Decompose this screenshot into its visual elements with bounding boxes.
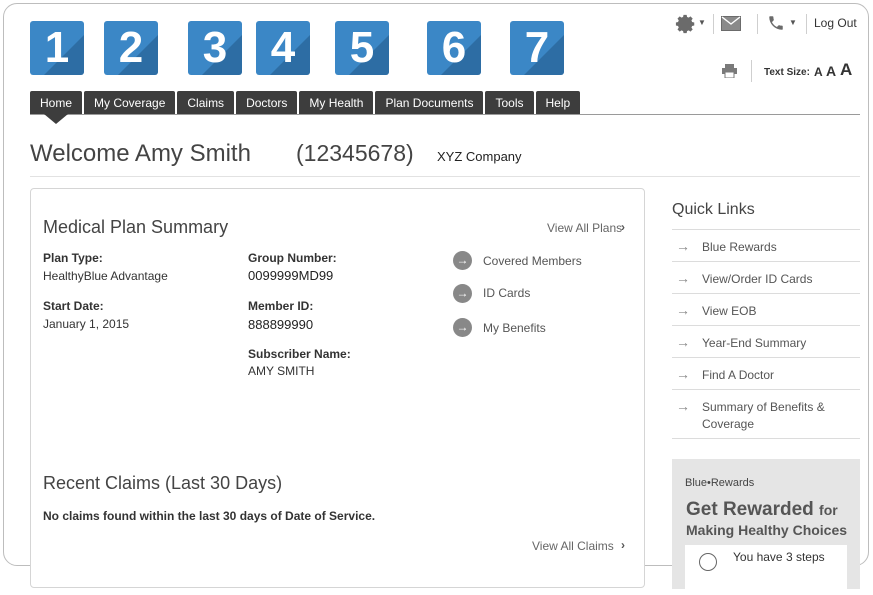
quick-link-label: View EOB — [702, 304, 757, 318]
callout-badge-7: 7 — [510, 21, 564, 75]
chevron-down-icon: ▼ — [698, 18, 706, 27]
header-divider — [30, 176, 860, 177]
quick-link-label: Find A Doctor — [702, 368, 775, 382]
quick-link-blue-rewards[interactable]: → Blue Rewards — [672, 229, 860, 262]
arrow-right-circle-icon: → — [453, 318, 472, 337]
divider — [751, 60, 752, 82]
rewards-promo[interactable]: Blue•Rewards Get Rewarded for Making Hea… — [672, 459, 860, 595]
member-number: (12345678) — [296, 140, 414, 166]
blue-rewards-logo: Blue•Rewards — [685, 477, 755, 489]
tab-plan-documents[interactable]: Plan Documents — [375, 91, 484, 115]
tab-tools[interactable]: Tools — [485, 91, 534, 115]
callout-badge-4: 4 — [256, 21, 310, 75]
rewards-headline: Get Rewarded for — [686, 499, 838, 520]
arrow-right-icon: → — [676, 366, 690, 382]
plan-summary-title: Medical Plan Summary — [43, 217, 229, 237]
clock-icon — [699, 553, 717, 571]
plan-type-value: HealthyBlue Advantage — [43, 269, 168, 283]
chevron-right-icon: › — [621, 220, 625, 234]
tab-doctors[interactable]: Doctors — [236, 91, 298, 115]
chevron-right-icon: › — [621, 538, 625, 552]
text-size-large[interactable]: A — [840, 60, 852, 80]
member-id-label: Member ID: — [248, 299, 314, 313]
group-number-label: Group Number: — [248, 251, 337, 265]
quick-link-label: View/Order ID Cards — [702, 272, 813, 286]
rewards-steps-box: You have 3 steps — [685, 545, 847, 595]
tab-help[interactable]: Help — [535, 91, 581, 115]
recent-claims-title: Recent Claims (Last 30 Days) — [43, 473, 283, 493]
quick-link-label: Summary of Benefits & Coverage — [702, 400, 825, 431]
callout-badge-2: 2 — [104, 21, 158, 75]
subscriber-label: Subscriber Name: — [248, 347, 351, 361]
no-claims-message: No claims found within the last 30 days … — [43, 509, 376, 523]
member-id-value: 888899990 — [248, 317, 314, 332]
arrow-right-circle-icon: → — [453, 284, 472, 303]
group-number-value: 0099999MD99 — [248, 268, 334, 283]
view-all-plans-link[interactable]: View All Plans — [547, 221, 622, 235]
gear-icon — [675, 14, 695, 34]
mail-button[interactable] — [721, 16, 743, 32]
tab-home[interactable]: Home — [30, 91, 83, 115]
quick-link-sbc[interactable]: → Summary of Benefits & Coverage — [672, 389, 860, 439]
quick-link-id-cards[interactable]: → View/Order ID Cards — [672, 261, 860, 294]
active-tab-indicator — [44, 114, 68, 124]
phone-menu[interactable]: ▼ — [767, 13, 799, 33]
divider — [713, 14, 714, 34]
tab-my-coverage[interactable]: My Coverage — [84, 91, 176, 115]
arrow-right-circle-icon: → — [453, 251, 472, 270]
company-name: XYZ Company — [437, 149, 522, 164]
quick-link-eob[interactable]: → View EOB — [672, 293, 860, 326]
text-size-small[interactable]: A — [814, 65, 823, 79]
tab-claims[interactable]: Claims — [177, 91, 235, 115]
divider — [806, 14, 807, 34]
page-title: Welcome Amy Smith — [30, 140, 251, 167]
view-all-claims-link[interactable]: View All Claims — [532, 539, 614, 553]
my-benefits-link[interactable]: My Benefits — [483, 321, 546, 335]
chevron-down-icon: ▼ — [789, 18, 797, 27]
quick-link-find-doctor[interactable]: → Find A Doctor — [672, 357, 860, 390]
quick-link-label: Blue Rewards — [702, 240, 777, 254]
settings-menu[interactable]: ▼ — [675, 13, 707, 34]
callout-badge-1: 1 — [30, 21, 84, 75]
arrow-right-icon: → — [676, 238, 690, 254]
divider — [757, 14, 758, 34]
main-nav: Home My Coverage Claims Doctors My Healt… — [30, 91, 581, 115]
callout-badge-3: 3 — [188, 21, 242, 75]
quick-link-label: Year-End Summary — [702, 336, 807, 350]
plan-type-label: Plan Type: — [43, 251, 103, 265]
envelope-icon — [721, 16, 741, 31]
tab-my-health[interactable]: My Health — [299, 91, 374, 115]
callout-badge-6: 6 — [427, 21, 481, 75]
subscriber-value: AMY SMITH — [248, 364, 315, 378]
arrow-right-icon: → — [676, 334, 690, 350]
text-size-label: Text Size: — [764, 67, 810, 78]
rewards-steps-text: You have 3 steps — [733, 550, 825, 564]
quick-link-year-end[interactable]: → Year-End Summary — [672, 325, 860, 358]
start-date-value: January 1, 2015 — [43, 317, 130, 331]
arrow-right-icon: → — [676, 398, 690, 414]
quick-links-title: Quick Links — [672, 201, 755, 218]
phone-icon — [769, 16, 783, 30]
text-size-medium[interactable]: A — [826, 63, 836, 79]
callout-badge-5: 5 — [335, 21, 389, 75]
plan-summary-card — [30, 188, 645, 588]
arrow-right-icon: → — [676, 270, 690, 286]
logout-link[interactable]: Log Out — [814, 16, 857, 30]
covered-members-link[interactable]: Covered Members — [483, 254, 582, 268]
id-cards-link[interactable]: ID Cards — [483, 286, 530, 300]
printer-icon — [722, 64, 737, 79]
arrow-right-icon: → — [676, 302, 690, 318]
nav-underline — [30, 114, 860, 115]
start-date-label: Start Date: — [43, 299, 104, 313]
print-button[interactable] — [722, 64, 738, 79]
rewards-subhead: Making Healthy Choices — [686, 522, 848, 538]
